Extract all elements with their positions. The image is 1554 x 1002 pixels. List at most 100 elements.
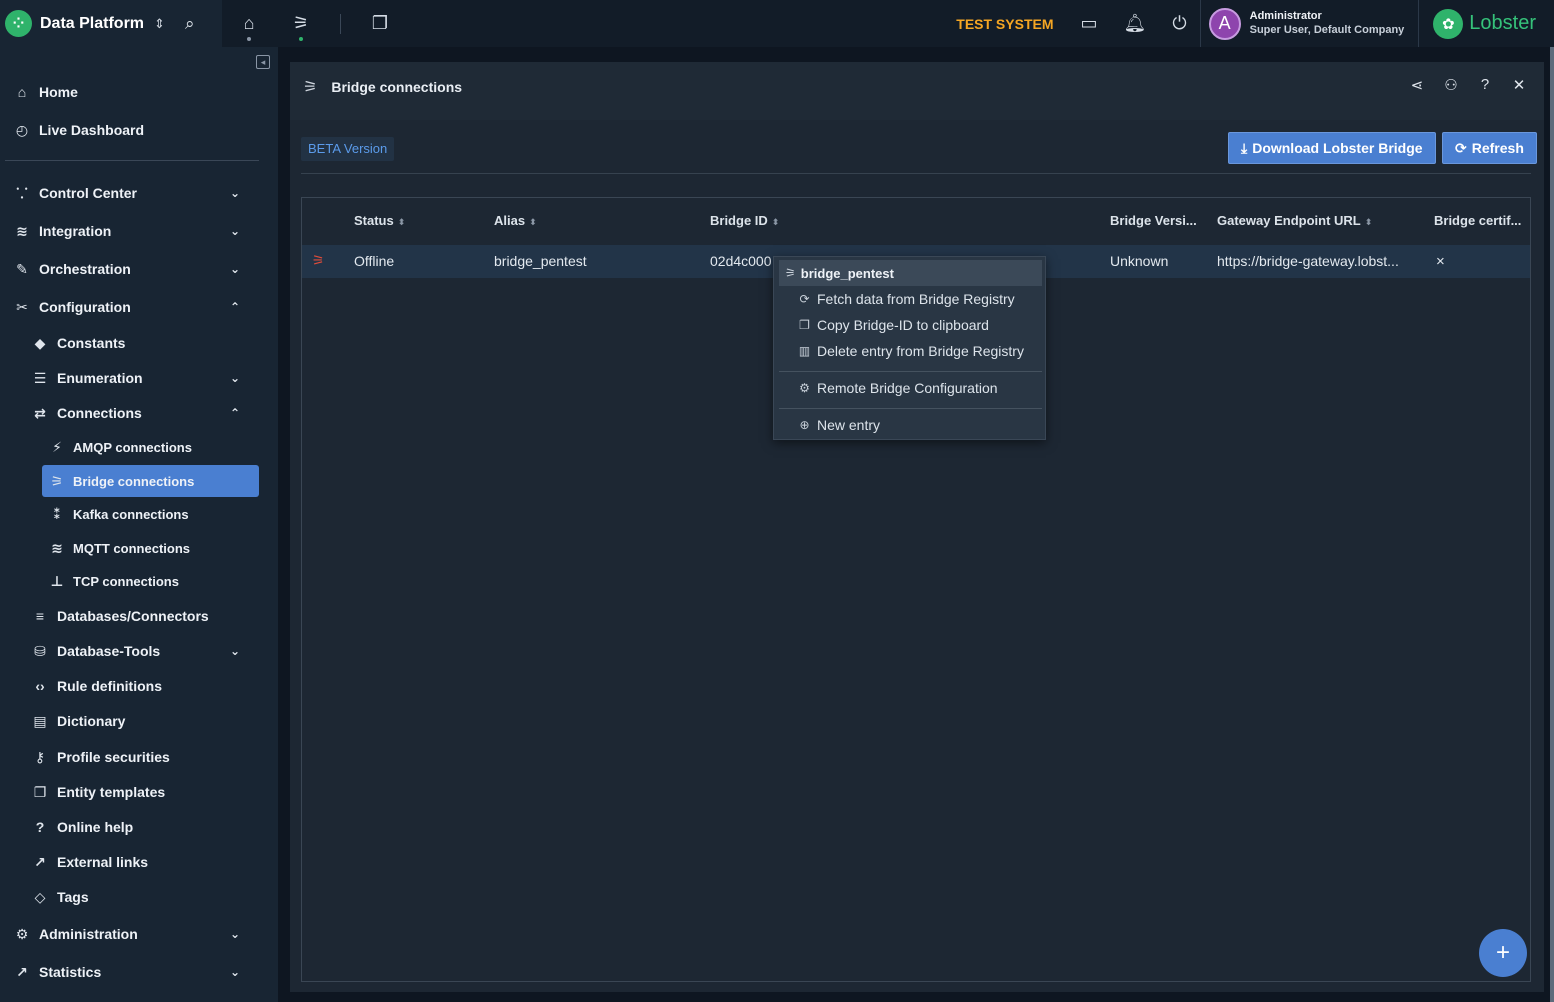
sort-icon: ⬍ bbox=[529, 217, 537, 227]
user-settings-icon[interactable]: ⚇ bbox=[1444, 76, 1458, 94]
sidebar-item-live-dashboard[interactable]: ◴ Live Dashboard bbox=[0, 120, 278, 140]
cert-cell: × bbox=[1436, 253, 1445, 270]
sidebar-item-databases-connectors[interactable]: ≡ Databases/Connectors bbox=[0, 606, 278, 626]
sidebar-item-profile-securities[interactable]: ⚷ Profile securities bbox=[0, 747, 278, 767]
help-icon: ? bbox=[35, 819, 45, 835]
brand-name: Lobster bbox=[1469, 12, 1536, 34]
collapse-sidebar-icon[interactable]: ◂ bbox=[256, 55, 270, 69]
menu-item-label: Fetch data from Bridge Registry bbox=[817, 291, 1015, 307]
key-icon: ⚷ bbox=[34, 748, 46, 765]
window-scrollbar[interactable] bbox=[1550, 47, 1554, 1002]
sidebar-item-administration[interactable]: ⚙ Administration ⌄ bbox=[0, 924, 278, 944]
top-nav: ⌂ ⚞ ❐ bbox=[236, 13, 393, 41]
home-icon[interactable]: ⌂ bbox=[236, 13, 262, 41]
user-role: Super User, Default Company bbox=[1249, 24, 1405, 36]
sidebar-item-label: Tags bbox=[57, 889, 89, 905]
sidebar-item-entity-templates[interactable]: ❐ Entity templates bbox=[0, 782, 278, 802]
menu-item-new-entry[interactable]: ⊕ New entry bbox=[798, 417, 880, 433]
column-header-bridge-version[interactable]: Bridge Versi... bbox=[1110, 213, 1197, 228]
share-icon[interactable]: ⋖ bbox=[1410, 76, 1424, 94]
status-cell: Offline bbox=[354, 253, 395, 269]
sidebar-item-orchestration[interactable]: ✎ Orchestration ⌄ bbox=[0, 259, 278, 279]
menu-item-fetch-registry[interactable]: ⟳ Fetch data from Bridge Registry bbox=[798, 291, 1015, 307]
bolt-icon: ⚡︎ bbox=[52, 438, 62, 455]
sidebar-item-amqp-connections[interactable]: ⚡︎ AMQP connections bbox=[0, 437, 278, 457]
refresh-button[interactable]: ⟳ Refresh bbox=[1442, 132, 1537, 164]
sidebar-item-configuration[interactable]: ✂ Configuration ⌃ bbox=[0, 297, 278, 317]
column-header-bridge-cert[interactable]: Bridge certif... bbox=[1434, 213, 1521, 228]
sidebar-item-tags[interactable]: ◇ Tags bbox=[0, 887, 278, 907]
column-label: Gateway Endpoint URL bbox=[1217, 213, 1361, 228]
column-header-alias[interactable]: Alias ⬍ bbox=[494, 213, 537, 228]
plus-icon: + bbox=[1495, 939, 1510, 966]
column-header-gateway-url[interactable]: Gateway Endpoint URL ⬍ bbox=[1217, 213, 1372, 228]
column-label: Status bbox=[354, 213, 394, 228]
download-bridge-button[interactable]: ⤓ Download Lobster Bridge bbox=[1228, 132, 1436, 164]
alias-cell: bridge_pentest bbox=[494, 253, 587, 269]
close-icon[interactable]: ✕ bbox=[1512, 76, 1526, 94]
sidebar-item-label: Statistics bbox=[39, 964, 102, 980]
table-header: Status ⬍ Alias ⬍ Bridge ID ⬍ Bridge Versi..… bbox=[302, 198, 1530, 245]
help-icon[interactable]: ? bbox=[1478, 76, 1492, 94]
bridge-icon[interactable]: ⚞ bbox=[288, 13, 314, 41]
sidebar-item-tcp-connections[interactable]: ⊥ TCP connections bbox=[0, 571, 278, 591]
sidebar-item-home[interactable]: ⌂ Home bbox=[0, 82, 278, 102]
sidebar-item-dictionary[interactable]: ▤ Dictionary bbox=[0, 711, 278, 731]
user-menu[interactable]: A Administrator Super User, Default Comp… bbox=[1199, 0, 1419, 47]
add-entry-button[interactable]: + bbox=[1479, 929, 1527, 977]
sidebar-item-online-help[interactable]: ? Online help bbox=[0, 817, 278, 837]
column-label: Bridge ID bbox=[710, 213, 768, 228]
sidebar-item-control-center[interactable]: ⸪ Control Center ⌄ bbox=[0, 183, 278, 203]
sidebar-item-label: Configuration bbox=[39, 299, 131, 315]
sidebar-item-constants[interactable]: ◆ Constants bbox=[0, 333, 278, 353]
windows-icon[interactable]: ❐ bbox=[367, 13, 393, 34]
tools-icon: ✂ bbox=[16, 298, 28, 315]
menu-item-delete-entry[interactable]: ▥ Delete entry from Bridge Registry bbox=[798, 343, 1024, 359]
context-menu-header: ⚞ bridge_pentest bbox=[779, 260, 1042, 286]
book-icon: ▤ bbox=[33, 712, 47, 729]
sidebar-item-label: AMQP connections bbox=[73, 439, 192, 455]
sidebar-item-label: Databases/Connectors bbox=[57, 608, 209, 624]
column-header-status[interactable]: Status ⬍ bbox=[354, 213, 405, 228]
sidebar-item-label: Connections bbox=[57, 405, 142, 421]
context-menu-title: bridge_pentest bbox=[800, 265, 894, 281]
sidebar-item-external-links[interactable]: ↗ External links bbox=[0, 852, 278, 872]
app-switcher[interactable]: ⁘ Data Platform ⇕ ⌕ bbox=[0, 0, 222, 47]
sidebar-item-bridge-connections[interactable]: ⚞ Bridge connections bbox=[0, 471, 278, 491]
menu-divider bbox=[779, 371, 1042, 372]
tag-icon: ◆ bbox=[34, 334, 46, 351]
sidebar-item-kafka-connections[interactable]: ⁑ Kafka connections bbox=[0, 504, 278, 524]
sidebar-item-label: TCP connections bbox=[73, 573, 179, 589]
refresh-icon: ⟳ bbox=[1455, 139, 1467, 156]
refresh-button-label: Refresh bbox=[1471, 140, 1524, 156]
column-header-bridge-id[interactable]: Bridge ID ⬍ bbox=[710, 213, 779, 228]
search-icon[interactable]: ⌕ bbox=[185, 14, 195, 34]
sidebar-item-mqtt-connections[interactable]: ≋ MQTT connections bbox=[0, 538, 278, 558]
sidebar-item-label: MQTT connections bbox=[73, 540, 190, 556]
chevron-down-icon: ⌄ bbox=[230, 371, 241, 385]
monitor-icon[interactable]: ▭ bbox=[1068, 13, 1111, 34]
sidebar-item-database-tools[interactable]: ⛁ Database-Tools ⌄ bbox=[0, 641, 278, 661]
menu-item-copy-bridge-id[interactable]: ❐ Copy Bridge-ID to clipboard bbox=[798, 317, 989, 333]
panel-header: ⚞ Bridge connections ⋖ ⚇ ? ✕ bbox=[290, 62, 1544, 112]
rss-icon: ≋ bbox=[51, 539, 63, 556]
bell-icon[interactable]: 🔔︎ bbox=[1111, 13, 1160, 34]
sidebar-item-enumeration[interactable]: ☰ Enumeration ⌄ bbox=[0, 368, 278, 388]
sidebar-item-statistics[interactable]: ↗ Statistics ⌄ bbox=[0, 962, 278, 982]
sidebar-item-rule-definitions[interactable]: ‹› Rule definitions bbox=[0, 676, 278, 696]
column-label: Bridge Versi... bbox=[1110, 213, 1197, 228]
chevron-down-icon: ⌄ bbox=[230, 262, 241, 276]
column-label: Alias bbox=[494, 213, 526, 228]
app-logo-icon: ⁘ bbox=[5, 10, 32, 37]
power-icon[interactable]: ⏻ bbox=[1159, 13, 1199, 34]
bridge-icon: ⚞ bbox=[303, 79, 318, 96]
refresh-icon: ⟳ bbox=[799, 292, 810, 306]
sidebar-item-integration[interactable]: ≋ Integration ⌄ bbox=[0, 221, 278, 241]
app-title: Data Platform bbox=[40, 14, 145, 32]
menu-item-remote-config[interactable]: ⚙ Remote Bridge Configuration bbox=[798, 380, 997, 396]
sidebar-item-label: Entity templates bbox=[57, 784, 166, 800]
sidebar-item-label: Enumeration bbox=[57, 370, 143, 386]
sidebar-item-connections[interactable]: ⇄ Connections ⌃ bbox=[0, 403, 278, 423]
sidebar-item-label: Home bbox=[39, 84, 78, 100]
sidebar-item-label: Live Dashboard bbox=[39, 122, 145, 138]
